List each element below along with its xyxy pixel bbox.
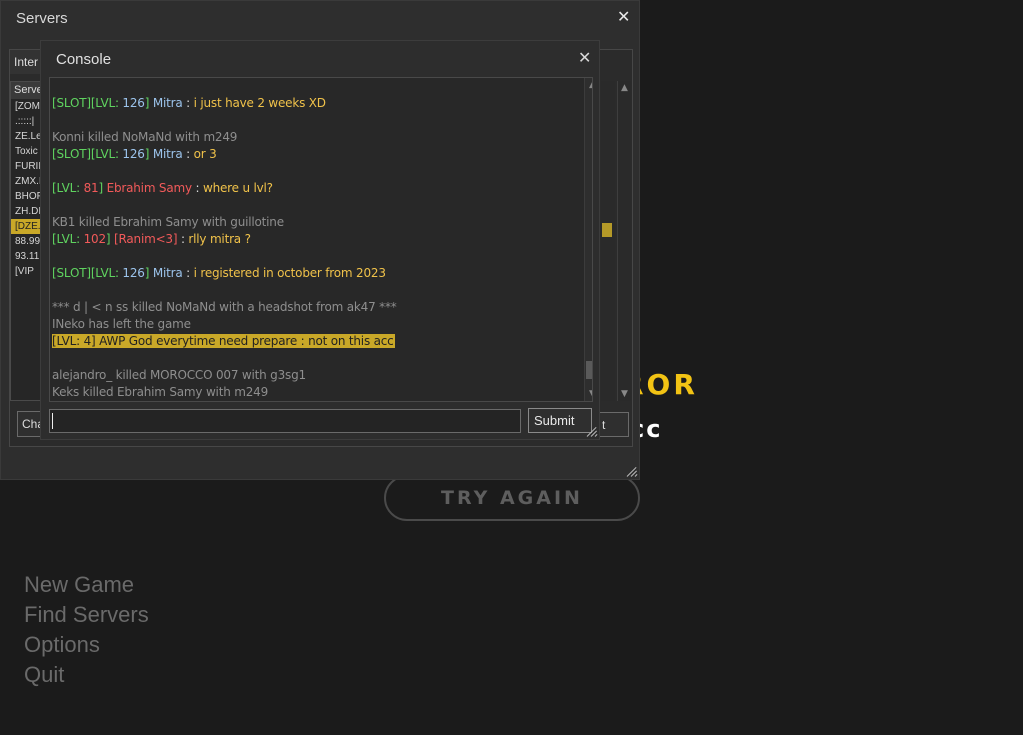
menu-item-new-game[interactable]: New Game (24, 570, 149, 600)
console-window-title: Console (56, 51, 112, 68)
log-segment: Mitra (152, 96, 183, 110)
log-line: [LVL: 81] Ebrahim Samy : where u lvl? (52, 180, 572, 197)
server-panel-scrollbar[interactable]: ▲ ▼ (617, 81, 631, 401)
log-segment: Mitra (152, 147, 183, 161)
log-segment: 126 (122, 96, 145, 110)
log-line: Konni killed NoMaNd with m249 (52, 129, 572, 146)
log-segment: rlly mitra ? (188, 232, 251, 246)
log-segment: KB1 killed Ebrahim Samy with guillotine (52, 215, 284, 229)
server-row[interactable]: BHOP (11, 189, 41, 204)
log-segment: 126 (122, 147, 145, 161)
log-segment: : (182, 147, 194, 161)
console-close-icon[interactable]: ✕ (578, 48, 591, 67)
console-log[interactable]: [SLOT][LVL: 126] Mitra : i just have 2 w… (49, 77, 593, 402)
log-segment: [LVL: (52, 181, 84, 195)
log-segment: Keks killed Ebrahim Samy with m249 (52, 385, 269, 399)
menu-item-options[interactable]: Options (24, 630, 149, 660)
log-segment: : (177, 232, 189, 246)
server-row[interactable]: Toxic (11, 144, 41, 159)
server-row[interactable]: .:::::| (11, 114, 41, 129)
log-segment: i registered in october from 2023 (193, 266, 386, 280)
server-list-header[interactable]: Serve (11, 82, 41, 99)
log-line: INeko has left the game (52, 316, 572, 333)
log-segment: [SLOT][LVL: (52, 266, 123, 280)
log-line: [SLOT][LVL: 126] Mitra : i just have 2 w… (52, 95, 572, 112)
log-line: [LVL: 102] [Ranim<3] : rlly mitra ? (52, 231, 572, 248)
server-row[interactable]: [DZE. (11, 219, 41, 234)
console-scrollbar[interactable]: ▲ ▼ (584, 78, 592, 401)
log-segment: Mitra (152, 266, 183, 280)
log-segment: alejandro_ killed MOROCCO 007 with g3sg1 (52, 368, 306, 382)
log-segment: where u lvl? (202, 181, 273, 195)
scroll-up-icon[interactable]: ▲ (618, 81, 631, 95)
server-row[interactable]: [ZOM (11, 99, 41, 114)
scroll-down-icon[interactable]: ▼ (585, 387, 592, 401)
scroll-down-icon[interactable]: ▼ (618, 387, 631, 401)
log-segment: [SLOT][LVL: (52, 147, 123, 161)
log-segment: 126 (122, 266, 145, 280)
resize-grip-icon[interactable] (585, 425, 598, 437)
server-row[interactable]: ZMX.I (11, 174, 41, 189)
scrollbar-thumb[interactable] (586, 361, 592, 379)
log-segment: [SLOT][LVL: (52, 96, 123, 110)
menu-item-quit[interactable]: Quit (24, 660, 149, 690)
log-segment: ] (144, 147, 153, 161)
server-row[interactable]: 93.11 (11, 249, 41, 264)
server-row[interactable]: [VIP (11, 264, 41, 279)
submit-button[interactable]: Submit (528, 408, 592, 433)
log-segment: *** d | < n ss killed NoMaNd with a head… (52, 300, 397, 314)
log-segment: ] (144, 96, 153, 110)
log-line: KB1 killed Ebrahim Samy with guillotine (52, 214, 572, 231)
log-line: [SLOT][LVL: 126] Mitra : i registered in… (52, 265, 572, 282)
log-segment: [LVL: 4] AWP God everytime need prepare … (52, 334, 395, 348)
log-segment: i just have 2 weeks XD (193, 96, 326, 110)
try-again-button[interactable]: TRY AGAIN (384, 475, 640, 521)
scroll-up-icon[interactable]: ▲ (585, 78, 592, 92)
main-menu: New Game Find Servers Options Quit (24, 570, 149, 690)
servers-close-icon[interactable]: ✕ (617, 7, 630, 26)
server-row[interactable]: ZE.Le (11, 129, 41, 144)
server-row[interactable]: FURII (11, 159, 41, 174)
log-line: *** d | < n ss killed NoMaNd with a head… (52, 299, 572, 316)
log-segment: : (182, 96, 194, 110)
server-list[interactable]: Serve [ZOM .:::::| ZE.Le Toxic FURII ZMX.I BHO… (10, 81, 42, 401)
log-segment: Ebrahim Samy (106, 181, 192, 195)
connect-button[interactable]: t (597, 412, 629, 437)
server-row[interactable]: 88.99 (11, 234, 41, 249)
log-segment: [LVL: (52, 232, 84, 246)
server-list-scrollbar[interactable] (601, 81, 615, 401)
scrollbar-thumb[interactable] (602, 223, 612, 237)
log-segment: ] (144, 266, 153, 280)
log-segment: [Ranim<3] (114, 232, 178, 246)
servers-window-title: Servers (16, 10, 68, 27)
menu-item-find-servers[interactable]: Find Servers (24, 600, 149, 630)
log-line: Keks killed Ebrahim Samy with m249 (52, 384, 572, 401)
log-segment: Konni killed NoMaNd with m249 (52, 130, 238, 144)
resize-grip-icon[interactable] (625, 465, 638, 477)
log-segment: INeko has left the game (52, 317, 191, 331)
log-segment: ] (105, 232, 115, 246)
tab-internet[interactable]: Inter (10, 50, 44, 74)
log-segment: : (182, 266, 194, 280)
console-command-input[interactable] (49, 409, 521, 433)
log-line: [SLOT][LVL: 126] Mitra : or 3 (52, 146, 572, 163)
log-segment: 102 (83, 232, 107, 246)
log-segment: or 3 (193, 147, 217, 161)
log-line: [LVL: 4] AWP God everytime need prepare … (52, 333, 572, 350)
log-segment: : (191, 181, 203, 195)
log-line: alejandro_ killed MOROCCO 007 with g3sg1 (52, 367, 572, 384)
text-cursor (52, 413, 53, 429)
log-segment: 81 (83, 181, 99, 195)
console-window: Console ✕ [SLOT][LVL: 126] Mitra : i jus… (40, 40, 600, 440)
server-row[interactable]: ZH.DI (11, 204, 41, 219)
log-segment: ] (98, 181, 107, 195)
